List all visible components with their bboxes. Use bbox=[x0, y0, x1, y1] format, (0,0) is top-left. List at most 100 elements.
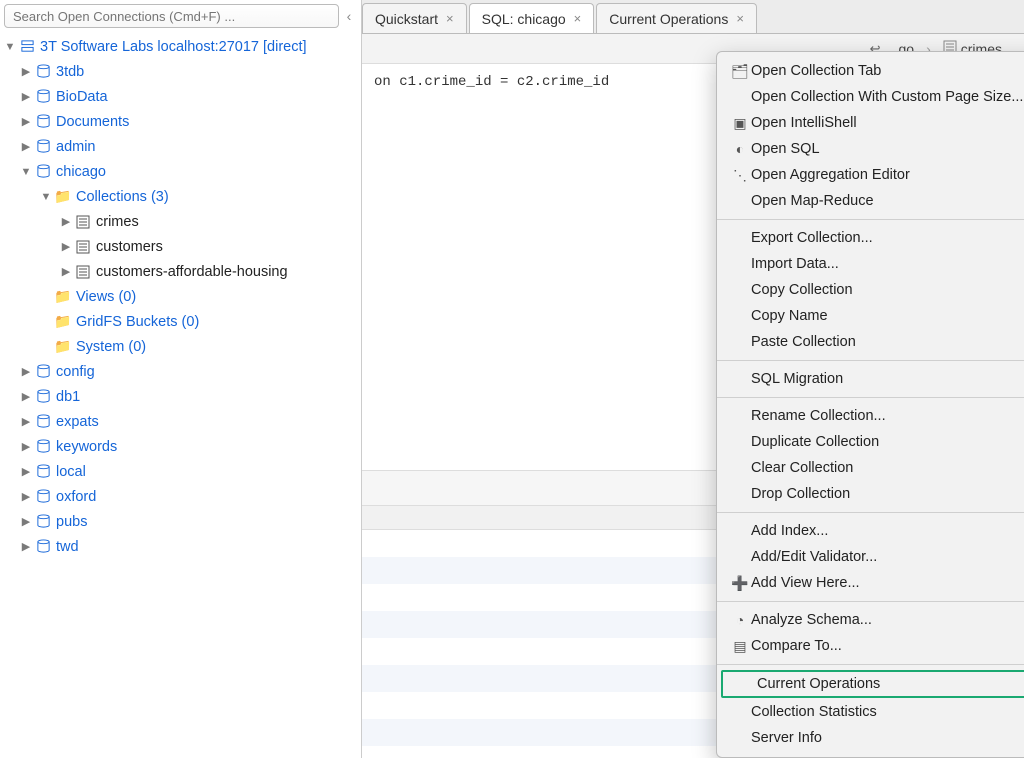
chevron-down-icon[interactable]: ▼ bbox=[40, 191, 52, 203]
menu-label: Server Info bbox=[751, 730, 1024, 746]
menu-label: Current Operations bbox=[757, 676, 1024, 692]
chevron-right-icon[interactable]: ▶ bbox=[20, 365, 32, 378]
menu-icon: ▤ bbox=[729, 638, 751, 655]
collapse-sidebar-icon[interactable]: ‹ bbox=[343, 8, 355, 24]
editor-tabs: Quickstart×SQL: chicago×Current Operatio… bbox=[362, 0, 1024, 34]
menu-current-operations[interactable]: Current Operations bbox=[721, 670, 1024, 698]
collection-customers[interactable]: ▶customers bbox=[0, 234, 361, 259]
db-pubs[interactable]: ▶pubs bbox=[0, 509, 361, 534]
database-icon bbox=[34, 364, 52, 379]
database-icon bbox=[34, 114, 52, 129]
folder-icon: 📁 bbox=[54, 288, 72, 305]
db-twd[interactable]: ▶twd bbox=[0, 534, 361, 559]
db-BioData[interactable]: ▶BioData bbox=[0, 84, 361, 109]
db-label: db1 bbox=[56, 389, 80, 405]
menu-export-collection[interactable]: Export Collection... bbox=[717, 225, 1024, 251]
collections-folder[interactable]: ▼ 📁 Collections (3) bbox=[0, 184, 361, 209]
menu-duplicate-collection[interactable]: Duplicate Collection bbox=[717, 429, 1024, 455]
db-Documents[interactable]: ▶Documents bbox=[0, 109, 361, 134]
db-expats[interactable]: ▶expats bbox=[0, 409, 361, 434]
chevron-right-icon[interactable]: ▶ bbox=[20, 415, 32, 428]
db-admin[interactable]: ▶admin bbox=[0, 134, 361, 159]
database-icon bbox=[34, 414, 52, 429]
menu-label: Open IntelliShell bbox=[751, 115, 1024, 131]
chevron-right-icon[interactable]: ▶ bbox=[20, 90, 32, 103]
views-folder[interactable]: 📁 Views (0) bbox=[0, 284, 361, 309]
database-icon bbox=[34, 489, 52, 504]
close-icon[interactable]: × bbox=[574, 11, 582, 26]
chevron-right-icon[interactable]: ▶ bbox=[20, 140, 32, 153]
chevron-right-icon[interactable]: ▶ bbox=[20, 465, 32, 478]
db-label: oxford bbox=[56, 489, 96, 505]
chevron-right-icon[interactable]: ▶ bbox=[60, 240, 72, 253]
menu-label: Clear Collection bbox=[751, 460, 1024, 476]
menu-analyze-schema[interactable]: ◔Analyze Schema... bbox=[717, 607, 1024, 633]
collections-label: Collections (3) bbox=[76, 189, 169, 205]
collection-customers-affordable-housing[interactable]: ▶customers-affordable-housing bbox=[0, 259, 361, 284]
db-3tdb[interactable]: ▶3tdb bbox=[0, 59, 361, 84]
gridfs-folder[interactable]: 📁 GridFS Buckets (0) bbox=[0, 309, 361, 334]
menu-label: Analyze Schema... bbox=[751, 612, 1024, 628]
db-oxford[interactable]: ▶ oxford bbox=[0, 484, 361, 509]
chevron-right-icon[interactable]: ▶ bbox=[60, 215, 72, 228]
chevron-right-icon[interactable]: ▶ bbox=[20, 65, 32, 78]
menu-open-sql[interactable]: ◐Open SQL⇧⌘L bbox=[717, 136, 1024, 162]
menu-import-data[interactable]: Import Data... bbox=[717, 251, 1024, 277]
menu-server-info[interactable]: Server Info▶ bbox=[717, 725, 1024, 751]
tab-sql-chicago[interactable]: SQL: chicago× bbox=[469, 3, 595, 33]
menu-label: Add View Here... bbox=[751, 575, 1024, 591]
chevron-right-icon[interactable]: ▶ bbox=[20, 440, 32, 453]
menu-open-map-reduce[interactable]: Open Map-Reduce⌘M bbox=[717, 188, 1024, 214]
database-icon bbox=[34, 464, 52, 479]
db-chicago[interactable]: ▼ chicago bbox=[0, 159, 361, 184]
menu-separator bbox=[717, 512, 1024, 513]
system-label: System (0) bbox=[76, 339, 146, 355]
menu-add-index[interactable]: Add Index... bbox=[717, 518, 1024, 544]
menu-clear-collection[interactable]: Clear Collection^ ⌫ bbox=[717, 455, 1024, 481]
system-folder[interactable]: 📁 System (0) bbox=[0, 334, 361, 359]
server-icon bbox=[18, 39, 36, 54]
collection-crimes[interactable]: ▶crimes bbox=[0, 209, 361, 234]
menu-paste-collection[interactable]: Paste Collection⌘V bbox=[717, 329, 1024, 355]
menu-collection-statistics[interactable]: Collection Statistics bbox=[717, 699, 1024, 725]
menu-sql-migration[interactable]: SQL Migration▶ bbox=[717, 366, 1024, 392]
db-local[interactable]: ▶local bbox=[0, 459, 361, 484]
collection-icon bbox=[74, 240, 92, 254]
menu-drop-collection[interactable]: Drop Collection⌫ bbox=[717, 481, 1024, 507]
menu-add-edit-validator[interactable]: Add/Edit Validator... bbox=[717, 544, 1024, 570]
menu-rename-collection[interactable]: Rename Collection... bbox=[717, 403, 1024, 429]
chevron-right-icon[interactable]: ▶ bbox=[20, 540, 32, 553]
views-label: Views (0) bbox=[76, 289, 136, 305]
chevron-right-icon[interactable]: ▶ bbox=[20, 515, 32, 528]
menu-add-view-here[interactable]: ➕Add View Here... bbox=[717, 570, 1024, 596]
chevron-right-icon[interactable]: ▶ bbox=[20, 490, 32, 503]
menu-separator bbox=[717, 601, 1024, 602]
chevron-right-icon[interactable]: ▶ bbox=[60, 265, 72, 278]
menu-compare-to[interactable]: ▤Compare To... bbox=[717, 633, 1024, 659]
db-keywords[interactable]: ▶ keywords bbox=[0, 434, 361, 459]
db-label: config bbox=[56, 364, 95, 380]
menu-open-collection-with-custom-page-size[interactable]: Open Collection With Custom Page Size... bbox=[717, 84, 1024, 110]
menu-open-collection-tab[interactable]: 🗂Open Collection Tab↩ bbox=[717, 58, 1024, 84]
close-icon[interactable]: × bbox=[736, 11, 744, 26]
db-config[interactable]: ▶ config bbox=[0, 359, 361, 384]
tab-current-operations[interactable]: Current Operations× bbox=[596, 3, 757, 33]
chevron-down-icon[interactable]: ▼ bbox=[20, 166, 32, 178]
menu-icon: ➕ bbox=[729, 575, 751, 592]
tab-quickstart[interactable]: Quickstart× bbox=[362, 3, 467, 33]
search-input[interactable] bbox=[4, 4, 339, 28]
chevron-right-icon[interactable]: ▶ bbox=[20, 115, 32, 128]
connection-root[interactable]: ▼ 3T Software Labs localhost:27017 [dire… bbox=[0, 34, 361, 59]
menu-copy-collection[interactable]: Copy Collection⌘C bbox=[717, 277, 1024, 303]
menu-label: Paste Collection bbox=[751, 334, 1024, 350]
collection-context-menu: 🗂Open Collection Tab↩Open Collection Wit… bbox=[716, 51, 1024, 758]
database-icon bbox=[34, 139, 52, 154]
db-label: keywords bbox=[56, 439, 117, 455]
menu-open-intellishell[interactable]: ▣Open IntelliShell⌘L bbox=[717, 110, 1024, 136]
close-icon[interactable]: × bbox=[446, 11, 454, 26]
db-db1[interactable]: ▶ db1 bbox=[0, 384, 361, 409]
chevron-down-icon[interactable]: ▼ bbox=[4, 41, 16, 53]
menu-open-aggregation-editor[interactable]: ⋱Open Aggregation EditorF4 bbox=[717, 162, 1024, 188]
chevron-right-icon[interactable]: ▶ bbox=[20, 390, 32, 403]
menu-copy-name[interactable]: Copy Name⌥⌘C bbox=[717, 303, 1024, 329]
